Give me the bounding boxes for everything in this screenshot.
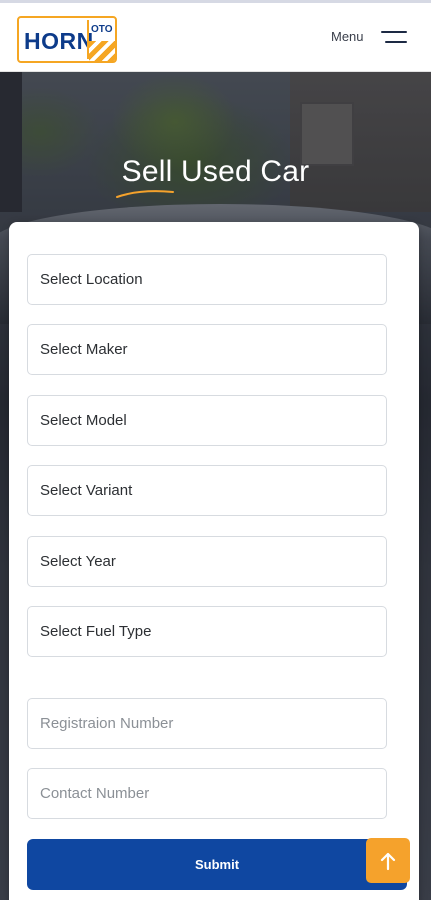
contact-number-input[interactable]: Contact Number	[27, 768, 387, 819]
select-location[interactable]: Select Location	[27, 254, 387, 305]
arrow-up-icon	[380, 852, 396, 870]
hamburger-line-top	[381, 31, 407, 33]
submit-button[interactable]: Submit	[27, 839, 407, 890]
menu-label[interactable]: Menu	[331, 29, 364, 44]
logo-stripes	[89, 41, 115, 61]
select-variant[interactable]: Select Variant	[27, 465, 387, 516]
horn-oto-logo[interactable]: HORN OTO	[17, 16, 117, 63]
logo-text-oto: OTO	[91, 24, 113, 35]
select-fuel-type[interactable]: Select Fuel Type	[27, 606, 387, 657]
hamburger-icon[interactable]	[381, 31, 407, 45]
select-maker[interactable]: Select Maker	[27, 324, 387, 375]
hero-title-wrap: Sell Used Car	[0, 155, 431, 198]
page-title: Sell Used Car	[121, 155, 310, 188]
registration-number-input[interactable]: Registraion Number	[27, 698, 387, 749]
hamburger-line-bottom	[385, 41, 407, 43]
select-year[interactable]: Select Year	[27, 536, 387, 587]
site-header: HORN OTO Menu	[0, 0, 431, 72]
logo-text-horn: HORN	[24, 28, 94, 54]
scroll-to-top-button[interactable]	[366, 838, 410, 883]
select-model[interactable]: Select Model	[27, 395, 387, 446]
sell-car-form: Select Location Select Maker Select Mode…	[9, 222, 419, 900]
title-underline-swoosh	[116, 190, 174, 198]
